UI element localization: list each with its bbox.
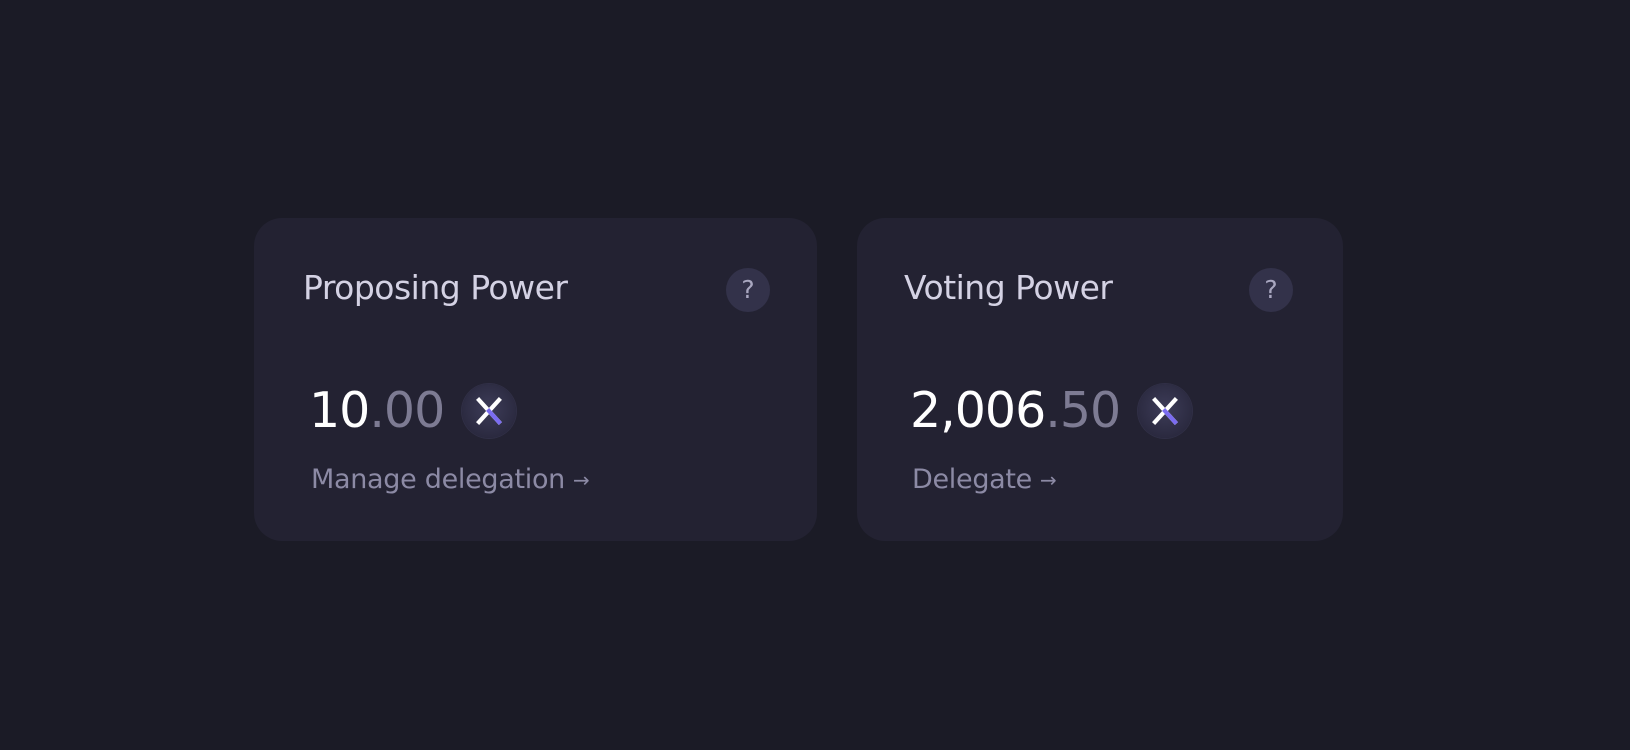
proposing-power-amount: 10.00	[309, 382, 445, 439]
voting-power-amount: 2,006.50	[910, 382, 1121, 439]
proposing-power-card: Proposing Power ? 10.00 Manage delegatio…	[254, 218, 817, 541]
proposing-power-help-button[interactable]: ?	[726, 268, 770, 312]
delegate-label: Delegate	[912, 464, 1032, 495]
voting-power-amount-integer: 2,006	[910, 382, 1046, 439]
proposing-power-amount-integer: 10	[309, 382, 370, 439]
manage-delegation-label: Manage delegation	[311, 464, 565, 495]
voting-power-amount-row: 2,006.50	[910, 382, 1193, 439]
voting-power-amount-fraction: .50	[1045, 382, 1121, 439]
proposing-power-amount-row: 10.00	[309, 382, 517, 439]
voting-power-card: Voting Power ? 2,006.50 Delegate →	[857, 218, 1343, 541]
proposing-power-amount-fraction: .00	[369, 382, 445, 439]
arrow-right-icon: →	[573, 467, 590, 492]
voting-power-help-button[interactable]: ?	[1249, 268, 1293, 312]
arrow-right-icon: →	[1040, 467, 1057, 492]
delegate-link[interactable]: Delegate →	[912, 464, 1057, 495]
voting-power-title: Voting Power	[904, 268, 1113, 307]
x-token-icon	[1138, 384, 1193, 438]
proposing-power-title: Proposing Power	[303, 268, 568, 307]
x-token-icon	[462, 384, 517, 438]
manage-delegation-link[interactable]: Manage delegation →	[311, 464, 590, 495]
